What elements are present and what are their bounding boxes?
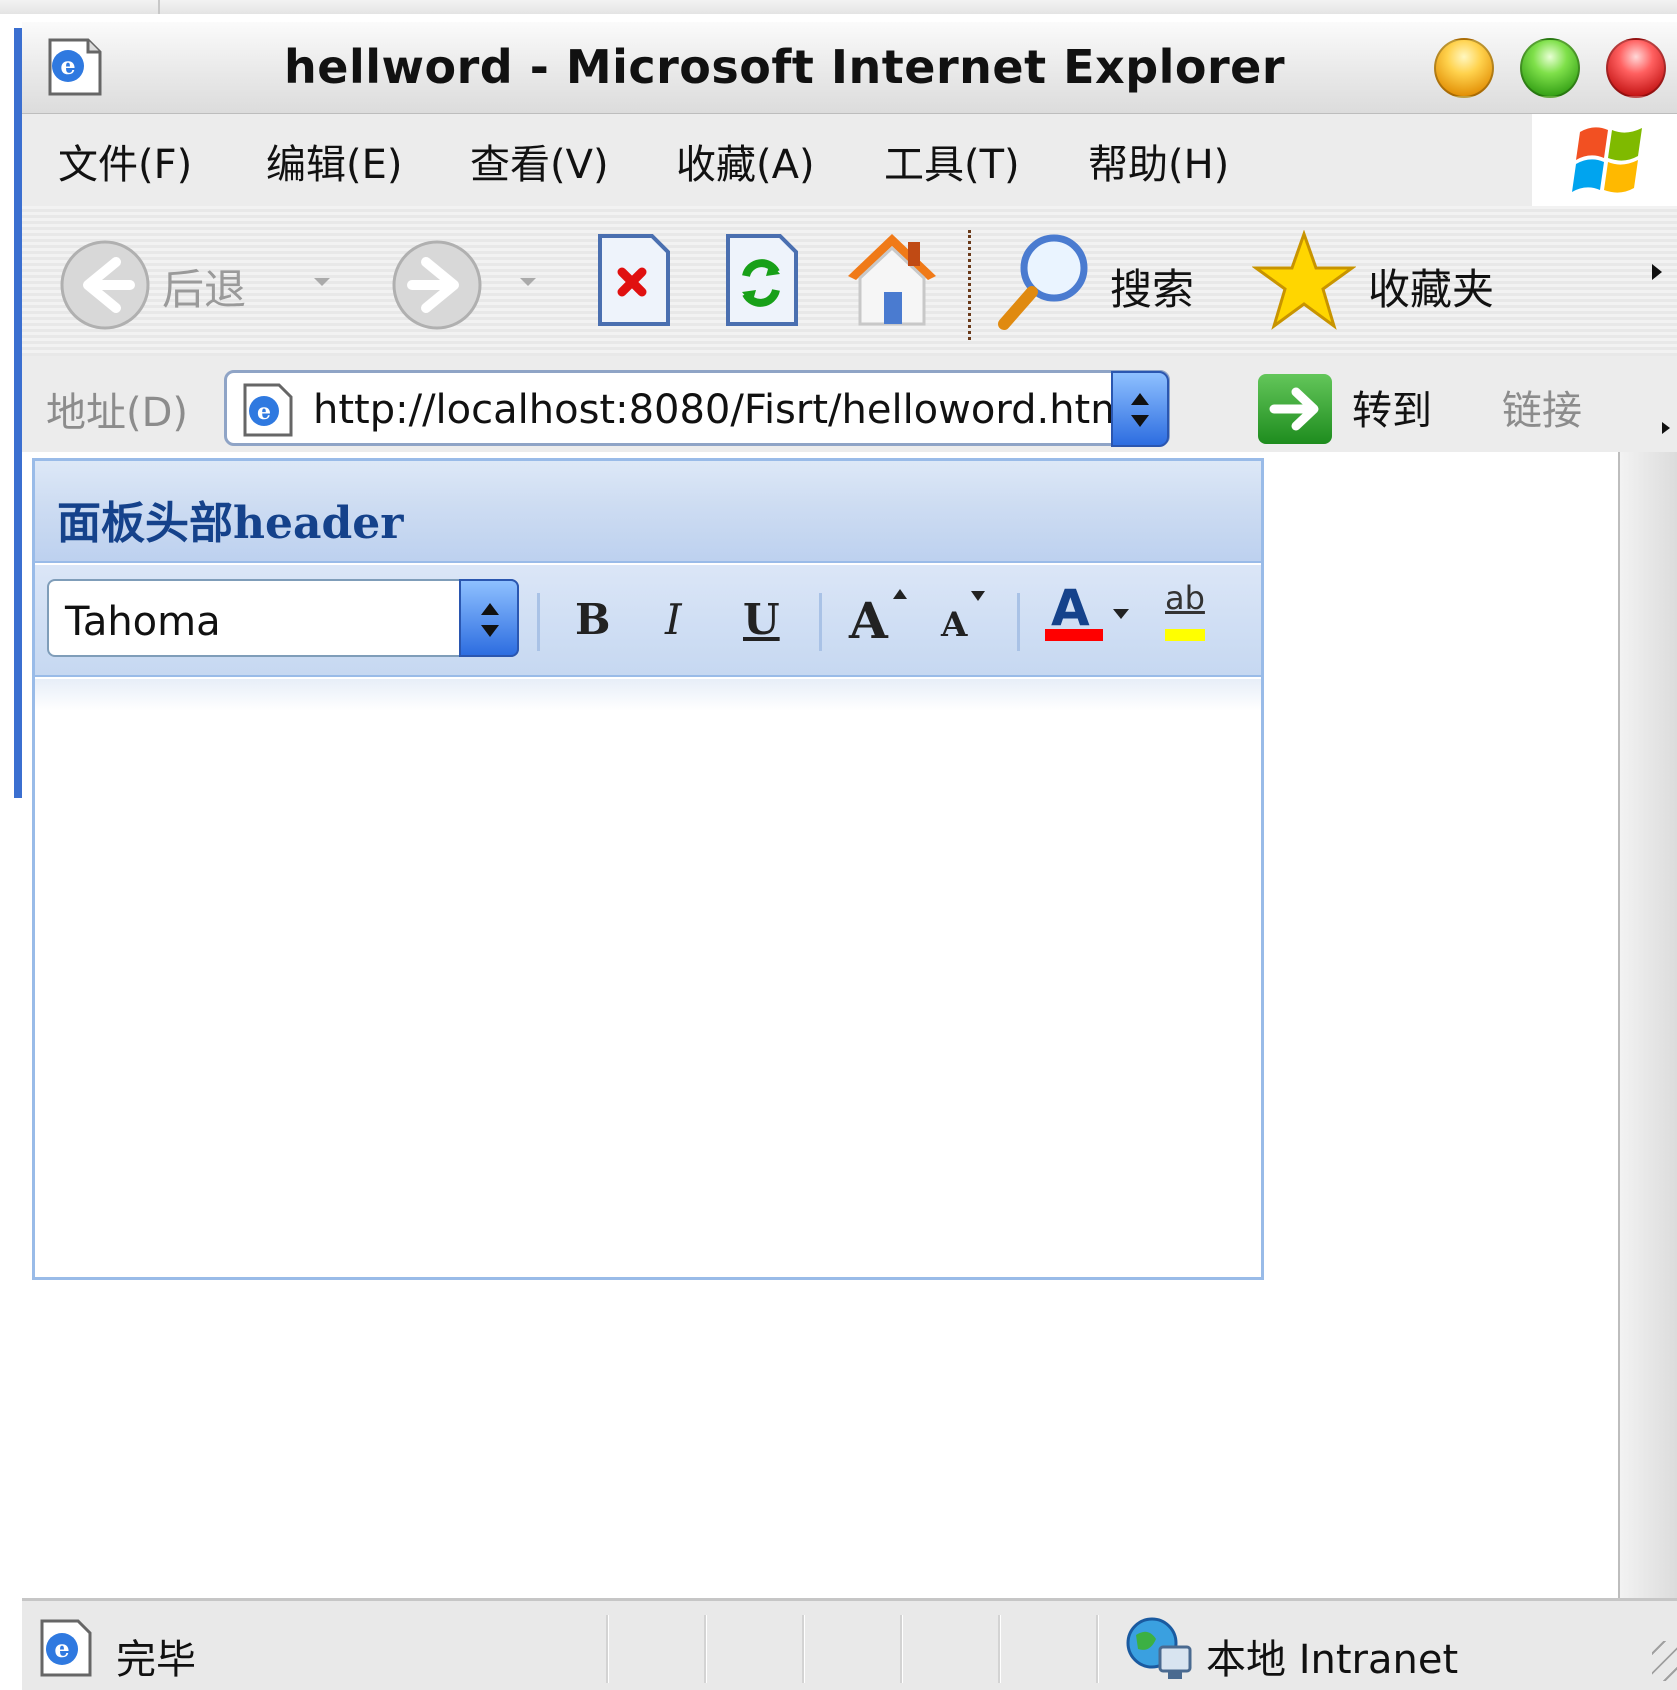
ie-page-icon: e [243, 383, 293, 437]
font-family-select[interactable]: Tahoma [47, 579, 519, 657]
status-divider [802, 1615, 805, 1683]
stop-icon[interactable] [594, 232, 674, 328]
font-select-dropdown-button[interactable] [459, 579, 519, 657]
status-divider [606, 1615, 609, 1683]
svg-text:e: e [54, 1634, 69, 1663]
editor-panel: 面板头部header Tahoma B I U A A A ab [32, 458, 1264, 1280]
status-divider [1096, 1615, 1099, 1683]
window-left-accent [14, 28, 22, 798]
highlight-color-bar [1165, 629, 1205, 641]
svg-text:e: e [60, 51, 75, 80]
screen-top-strip [0, 0, 1677, 14]
bold-button[interactable]: B [575, 595, 611, 644]
menu-view[interactable]: 查看(V) [470, 132, 609, 190]
decrease-font-button[interactable]: A [941, 605, 967, 645]
font-family-value: Tahoma [65, 599, 221, 645]
menu-file[interactable]: 文件(F) [58, 132, 192, 190]
back-arrow-icon[interactable] [58, 238, 152, 332]
updown-arrows-icon [1131, 393, 1149, 427]
panel-title: 面板头部header [57, 498, 404, 549]
window-title: hellword - Microsoft Internet Explorer [284, 40, 1286, 94]
shrink-caret-icon [971, 591, 985, 601]
go-arrow-glyph [1269, 387, 1319, 431]
go-label[interactable]: 转到 [1352, 378, 1432, 436]
italic-button[interactable]: I [665, 595, 682, 644]
refresh-icon[interactable] [722, 232, 802, 328]
html-editor-toolbar: Tahoma B I U A A A ab [35, 565, 1261, 677]
menu-edit[interactable]: 编辑(E) [266, 132, 402, 190]
links-overflow-chevron[interactable] [1662, 422, 1670, 434]
updown-arrows-icon [481, 603, 499, 637]
svg-text:e: e [257, 399, 271, 425]
forward-dropdown-caret[interactable] [520, 278, 536, 286]
maximize-button[interactable] [1520, 38, 1580, 98]
close-button[interactable] [1606, 38, 1666, 98]
status-bar: e 完毕 本地 Intranet [22, 1598, 1677, 1690]
top-strip-tick [158, 0, 160, 14]
grow-caret-icon [893, 589, 907, 599]
intranet-globe-icon [1126, 1617, 1192, 1679]
menu-favorites[interactable]: 收藏(A) [676, 132, 815, 190]
toolbar-separator [968, 230, 972, 340]
resize-grip[interactable] [1652, 1641, 1677, 1681]
menu-bar: 文件(F) 编辑(E) 查看(V) 收藏(A) 工具(T) 帮助(H) [22, 114, 1677, 206]
ie-page-icon: e [40, 1619, 92, 1677]
toolbar-separator [819, 593, 822, 651]
back-dropdown-caret[interactable] [314, 278, 330, 286]
status-divider [704, 1615, 707, 1683]
back-label[interactable]: 后退 [162, 256, 246, 317]
toolbar-overflow-chevron[interactable] [1652, 264, 1662, 280]
links-label[interactable]: 链接 [1502, 378, 1582, 436]
standard-toolbar: 后退 搜索 收藏夹 [22, 206, 1677, 356]
highlight-color-button[interactable]: ab [1165, 579, 1205, 617]
address-label: 地址(D) [46, 390, 189, 436]
minimize-button[interactable] [1434, 38, 1494, 98]
title-bar[interactable]: e hellword - Microsoft Internet Explorer [22, 22, 1677, 114]
font-color-bar [1045, 629, 1103, 641]
search-magnifier-icon[interactable] [992, 228, 1096, 338]
go-arrow-icon[interactable] [1258, 374, 1332, 444]
editor-text-area[interactable] [35, 679, 1261, 1277]
vertical-scrollbar[interactable] [1618, 452, 1677, 1598]
address-bar: 地址(D) e http://localhost:8080/Fisrt/hell… [22, 356, 1677, 452]
search-label[interactable]: 搜索 [1110, 256, 1194, 317]
panel-header: 面板头部header [35, 461, 1261, 563]
address-input[interactable]: e http://localhost:8080/Fisrt/helloword.… [224, 370, 1170, 447]
increase-font-button[interactable]: A [849, 591, 888, 650]
home-icon[interactable] [842, 228, 942, 332]
menu-help[interactable]: 帮助(H) [1088, 132, 1229, 190]
underline-button[interactable]: U [743, 595, 780, 644]
status-divider [998, 1615, 1001, 1683]
favorites-star-icon[interactable] [1252, 230, 1356, 332]
security-zone-label: 本地 Intranet [1206, 1637, 1459, 1683]
forward-arrow-icon[interactable] [390, 238, 484, 332]
chevron-down-icon[interactable] [1113, 609, 1129, 619]
menu-tools[interactable]: 工具(T) [884, 132, 1020, 190]
status-text: 完毕 [116, 1637, 196, 1683]
address-dropdown-button[interactable] [1111, 371, 1169, 447]
status-divider [900, 1615, 903, 1683]
toolbar-separator [537, 593, 540, 651]
toolbar-separator [1017, 593, 1020, 651]
address-url: http://localhost:8080/Fisrt/helloword.ht… [313, 387, 1141, 433]
favorites-label[interactable]: 收藏夹 [1368, 256, 1494, 317]
windows-flag-icon [1572, 127, 1642, 193]
ie-page-icon[interactable]: e [40, 36, 108, 98]
